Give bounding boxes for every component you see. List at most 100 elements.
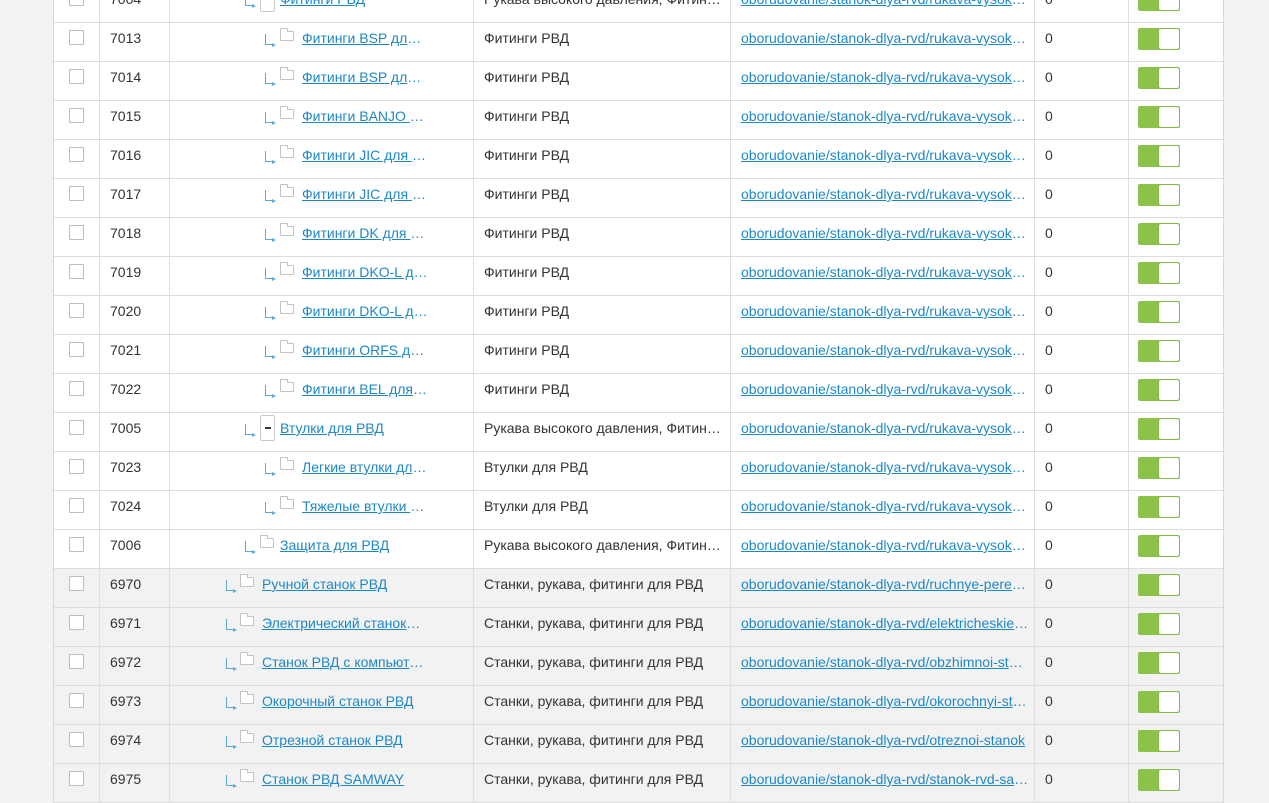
active-toggle[interactable] <box>1138 457 1180 479</box>
table-row: 7013 Фитинги BSP для РВД Фитинги РВД oborud… <box>54 23 1223 62</box>
select-cell <box>54 296 100 334</box>
category-url-link[interactable]: oborudovanie/stanok-dlya-rvd/rukava-vyso… <box>741 296 1029 326</box>
active-toggle[interactable] <box>1138 67 1180 89</box>
row-checkbox[interactable] <box>69 30 84 45</box>
category-name-link[interactable]: Тяжелые втулки для РВД <box>302 491 428 521</box>
category-url-link[interactable]: oborudovanie/stanok-dlya-rvd/rukava-vyso… <box>741 179 1029 209</box>
active-toggle[interactable] <box>1138 574 1180 596</box>
active-toggle[interactable] <box>1138 535 1180 557</box>
active-toggle[interactable] <box>1138 418 1180 440</box>
category-name-link[interactable]: Фитинги JIC для РВД <box>302 140 428 170</box>
category-url-link[interactable]: oborudovanie/stanok-dlya-rvd/rukava-vyso… <box>741 0 1029 14</box>
collapse-button[interactable] <box>260 415 275 441</box>
category-name-link[interactable]: Фитинги JIC для РВД <box>302 179 428 209</box>
active-toggle[interactable] <box>1138 769 1180 791</box>
active-toggle[interactable] <box>1138 496 1180 518</box>
active-toggle[interactable] <box>1138 691 1180 713</box>
row-checkbox[interactable] <box>69 420 84 435</box>
category-name-link[interactable]: Фитинги BEL для РВД <box>302 374 428 404</box>
toggle-knob <box>1159 497 1179 517</box>
row-checkbox[interactable] <box>69 693 84 708</box>
category-name-link[interactable]: Отрезной станок РВД <box>262 725 424 755</box>
category-name-link[interactable]: Станок РВД SAMWAY <box>262 764 424 794</box>
parent-category: Рукава высокого давления, Фитинги РВД <box>484 0 724 14</box>
active-toggle[interactable] <box>1138 379 1180 401</box>
row-checkbox[interactable] <box>69 654 84 669</box>
parent-category: Станки, рукава, фитинги для РВД <box>484 654 704 670</box>
active-toggle[interactable] <box>1138 730 1180 752</box>
row-checkbox[interactable] <box>69 303 84 318</box>
row-checkbox[interactable] <box>69 147 84 162</box>
category-url-link[interactable]: oborudovanie/stanok-dlya-rvd/rukava-vyso… <box>741 452 1029 482</box>
category-url-link[interactable]: oborudovanie/stanok-dlya-rvd/rukava-vyso… <box>741 62 1029 92</box>
category-name-link[interactable]: Фитинги DK для РВД <box>302 218 428 248</box>
row-checkbox[interactable] <box>69 537 84 552</box>
active-toggle[interactable] <box>1138 652 1180 674</box>
category-name-link[interactable]: Фитинги ORFS для РВД <box>302 335 428 365</box>
category-url-link[interactable]: oborudovanie/stanok-dlya-rvd/rukava-vyso… <box>741 491 1029 521</box>
active-toggle[interactable] <box>1138 301 1180 323</box>
row-checkbox[interactable] <box>69 108 84 123</box>
category-url-link[interactable]: oborudovanie/stanok-dlya-rvd/rukava-vyso… <box>741 23 1029 53</box>
category-url-link[interactable]: oborudovanie/stanok-dlya-rvd/rukava-vyso… <box>741 413 1029 443</box>
category-url-link[interactable]: oborudovanie/stanok-dlya-rvd/rukava-vyso… <box>741 374 1029 404</box>
category-url-link[interactable]: oborudovanie/stanok-dlya-rvd/rukava-vyso… <box>741 140 1029 170</box>
category-name-link[interactable]: Фитинги РВД <box>280 0 465 14</box>
category-url-link[interactable]: oborudovanie/stanok-dlya-rvd/obzhimnoi-s… <box>741 647 1029 677</box>
category-url-link[interactable]: oborudovanie/stanok-dlya-rvd/rukava-vyso… <box>741 218 1029 248</box>
row-checkbox[interactable] <box>69 0 84 6</box>
category-name-link[interactable]: Защита для РВД <box>280 530 465 560</box>
category-name-link[interactable]: Втулки для РВД <box>280 413 465 443</box>
row-checkbox[interactable] <box>69 186 84 201</box>
category-name-link[interactable]: Фитинги DKO-L для РВД <box>302 296 428 326</box>
category-url-link[interactable]: oborudovanie/stanok-dlya-rvd/rukava-vyso… <box>741 335 1029 365</box>
active-toggle[interactable] <box>1138 223 1180 245</box>
folder-icon <box>240 652 254 665</box>
collapse-button[interactable] <box>260 0 275 12</box>
row-checkbox[interactable] <box>69 615 84 630</box>
category-name-link[interactable]: Легкие втулки для РВД <box>302 452 428 482</box>
category-url-link[interactable]: oborudovanie/stanok-dlya-rvd/ruchnye-per… <box>741 569 1029 599</box>
row-checkbox[interactable] <box>69 225 84 240</box>
row-checkbox[interactable] <box>69 264 84 279</box>
row-checkbox[interactable] <box>69 342 84 357</box>
category-name-link[interactable]: Фитинги DKO-L для РВД <box>302 257 428 287</box>
active-toggle[interactable] <box>1138 28 1180 50</box>
parent-cell: Фитинги РВД <box>474 335 731 373</box>
active-toggle[interactable] <box>1138 613 1180 635</box>
category-name-link[interactable]: Фитинги BANJO для РВД <box>302 101 428 131</box>
category-url-link[interactable]: oborudovanie/stanok-dlya-rvd/rukava-vyso… <box>741 257 1029 287</box>
category-url-link[interactable]: oborudovanie/stanok-dlya-rvd/rukava-vyso… <box>741 101 1029 131</box>
row-checkbox[interactable] <box>69 732 84 747</box>
table-row: 7015 Фитинги BANJO для РВД Фитинги РВД obor… <box>54 101 1223 140</box>
row-checkbox[interactable] <box>69 771 84 786</box>
category-name-link[interactable]: Окорочный станок РВД <box>262 686 424 716</box>
row-checkbox[interactable] <box>69 381 84 396</box>
row-checkbox[interactable] <box>69 69 84 84</box>
active-toggle[interactable] <box>1138 340 1180 362</box>
active-toggle[interactable] <box>1138 184 1180 206</box>
category-url-link[interactable]: oborudovanie/stanok-dlya-rvd/otreznoi-st… <box>741 725 1029 755</box>
category-id: 6972 <box>110 654 142 670</box>
row-checkbox[interactable] <box>69 498 84 513</box>
category-name-link[interactable]: Электрический станок РВД <box>262 608 424 638</box>
active-toggle[interactable] <box>1138 262 1180 284</box>
tree-branch-icon <box>265 307 276 320</box>
row-checkbox[interactable] <box>69 459 84 474</box>
category-name-link[interactable]: Фитинги BSP для РВД <box>302 62 428 92</box>
category-url-link[interactable]: oborudovanie/stanok-dlya-rvd/okorochnyi-… <box>741 686 1029 716</box>
category-url-link[interactable]: oborudovanie/stanok-dlya-rvd/stanok-rvd-… <box>741 764 1029 794</box>
active-toggle[interactable] <box>1138 106 1180 128</box>
row-checkbox[interactable] <box>69 576 84 591</box>
category-name-link[interactable]: Станок РВД с компьютером <box>262 647 424 677</box>
category-name-link[interactable]: Ручной станок РВД <box>262 569 424 599</box>
category-url-link[interactable]: oborudovanie/stanok-dlya-rvd/rukava-vyso… <box>741 530 1029 560</box>
tree-branch-icon <box>226 697 237 710</box>
category-url-link[interactable]: oborudovanie/stanok-dlya-rvd/elektriches… <box>741 608 1029 638</box>
product-count: 0 <box>1045 303 1053 319</box>
active-toggle[interactable] <box>1138 0 1180 11</box>
active-toggle[interactable] <box>1138 145 1180 167</box>
parent-cell: Рукава высокого давления, Фитинги РВД <box>474 530 731 568</box>
status-cell <box>1129 101 1223 139</box>
category-name-link[interactable]: Фитинги BSP для РВД <box>302 23 428 53</box>
